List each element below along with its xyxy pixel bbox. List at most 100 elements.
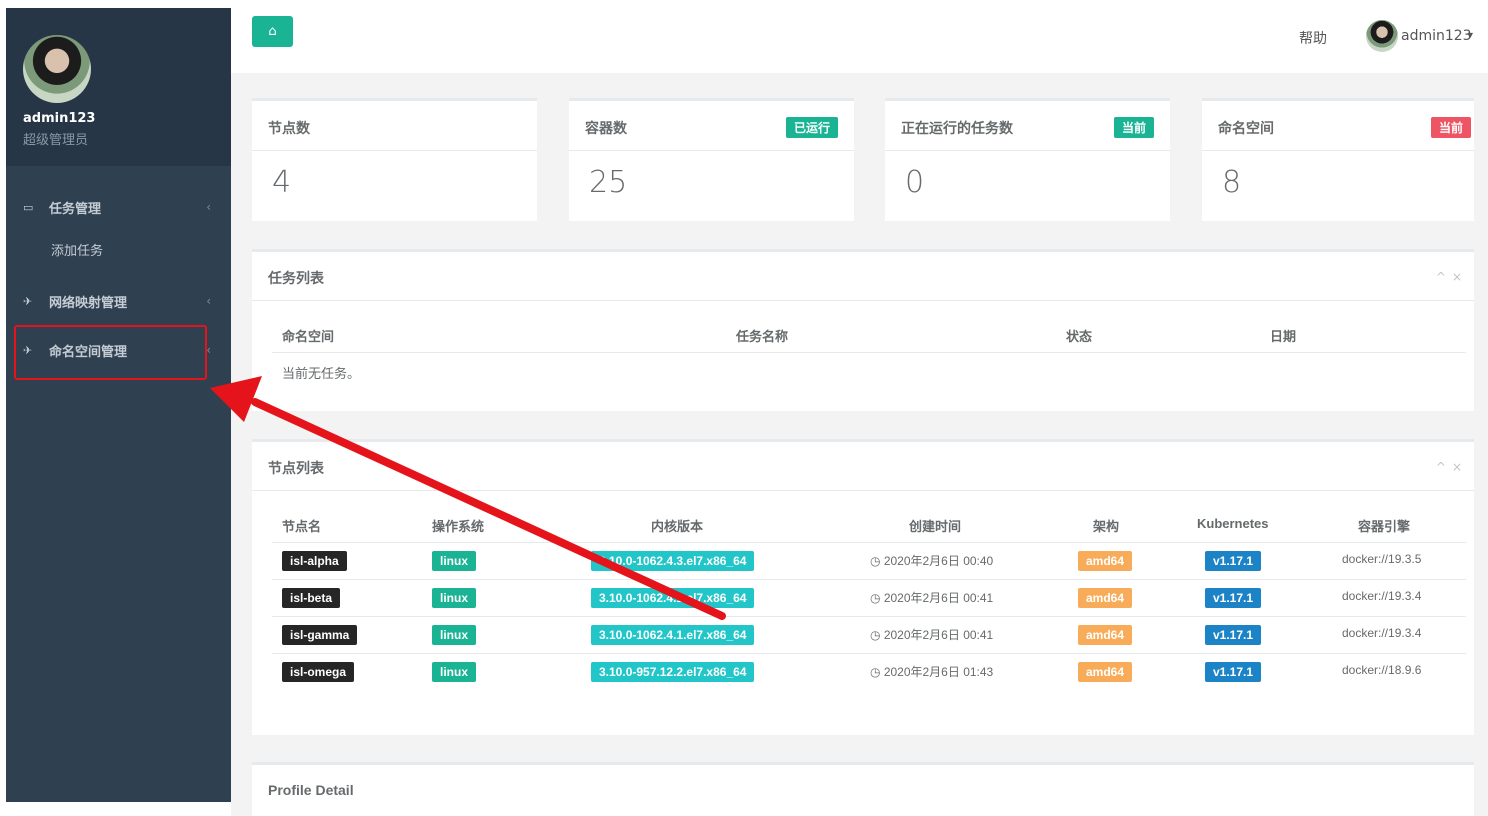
- user-avatar[interactable]: [1366, 20, 1398, 52]
- table-divider: [272, 352, 1466, 353]
- chevron-up-icon[interactable]: ^: [1436, 270, 1452, 284]
- stat-card-namespaces: 命名空间 当前 8: [1202, 98, 1474, 221]
- sidebar-item-task-management[interactable]: ▭ 任务管理 ‹: [6, 192, 231, 222]
- chevron-left-icon: ‹: [206, 200, 211, 214]
- node-name-label: isl-alpha: [282, 551, 347, 571]
- inbox-icon: ▭: [23, 200, 34, 214]
- column-header[interactable]: Kubernetes: [1197, 516, 1269, 531]
- column-header[interactable]: 容器引擎: [1358, 516, 1410, 535]
- status-badge: 当前: [1113, 117, 1154, 138]
- column-header[interactable]: 内核版本: [651, 516, 703, 535]
- help-link[interactable]: 帮助: [1299, 28, 1327, 48]
- os-label: linux: [432, 588, 477, 608]
- clock-icon: ◷: [870, 591, 884, 605]
- os-label: linux: [432, 625, 477, 645]
- panel-tools: ^×: [1436, 460, 1468, 474]
- arch-label: amd64: [1078, 588, 1133, 608]
- column-header[interactable]: 日期: [1270, 326, 1296, 345]
- avatar[interactable]: [23, 35, 91, 103]
- created-time-text: 2020年2月6日 00:40: [883, 554, 994, 568]
- node-list-panel: 节点列表 ^×: [252, 439, 1474, 735]
- profile-detail-panel: Profile Detail: [252, 762, 1474, 816]
- k8s-version-label: v1.17.1: [1205, 625, 1262, 645]
- column-header[interactable]: 任务名称: [736, 326, 788, 345]
- user-menu[interactable]: admin123: [1401, 28, 1472, 44]
- chevron-left-icon: ‹: [206, 294, 211, 308]
- stat-title: 节点数: [268, 121, 310, 137]
- engine-text: docker://18.9.6: [1342, 663, 1422, 677]
- column-header[interactable]: 架构: [1093, 516, 1119, 535]
- home-button[interactable]: ⌂: [252, 16, 293, 47]
- home-icon: ⌂: [268, 24, 277, 39]
- annotation-highlight-box: [14, 325, 207, 380]
- divider: [252, 490, 1474, 491]
- sidebar-item-label: 任务管理: [49, 201, 102, 217]
- divider: [569, 150, 854, 151]
- arch-label: amd64: [1078, 625, 1133, 645]
- kernel-label: 3.10.0-1062.4.1.el7.x86_64: [591, 588, 755, 608]
- status-badge: 已运行: [785, 117, 838, 138]
- close-icon[interactable]: ×: [1452, 460, 1468, 474]
- arch-label: amd64: [1078, 551, 1133, 571]
- column-header[interactable]: 命名空间: [282, 326, 334, 345]
- kernel-label: 3.10.0-1062.4.3.el7.x86_64: [591, 551, 755, 571]
- stat-title: 容器数: [585, 121, 627, 137]
- table-divider: [272, 579, 1466, 580]
- node-name-label: isl-gamma: [282, 625, 358, 645]
- stat-card-running-tasks: 正在运行的任务数 当前 0: [885, 98, 1170, 221]
- divider: [252, 300, 1474, 301]
- plane-icon: ✈: [23, 294, 33, 308]
- k8s-version-label: v1.17.1: [1205, 662, 1262, 682]
- created-time: ◷ 2020年2月6日 01:43: [870, 663, 993, 680]
- kernel-label: 3.10.0-1062.4.1.el7.x86_64: [591, 625, 755, 645]
- clock-icon: ◷: [870, 554, 884, 568]
- stat-card-containers: 容器数 已运行 25: [569, 98, 854, 221]
- sidebar-subitem-add-task[interactable]: 添加任务: [51, 240, 103, 259]
- divider: [252, 150, 537, 151]
- k8s-version-label: v1.17.1: [1205, 588, 1262, 608]
- profile-name[interactable]: admin123: [23, 111, 95, 126]
- empty-state-text: 当前无任务。: [282, 366, 361, 381]
- stat-title: 命名空间: [1218, 121, 1274, 137]
- sidebar-item-network-mapping[interactable]: ✈ 网络映射管理 ‹: [6, 286, 231, 316]
- clock-icon: ◷: [870, 665, 884, 679]
- node-name-label: isl-omega: [282, 662, 355, 682]
- profile-role: 超级管理员: [23, 133, 89, 148]
- column-header[interactable]: 状态: [1066, 326, 1092, 345]
- stat-value: 8: [1222, 165, 1242, 200]
- divider: [1202, 150, 1474, 151]
- caret-down-icon[interactable]: ▾: [1468, 30, 1473, 41]
- arch-label: amd64: [1078, 662, 1133, 682]
- column-header[interactable]: 节点名: [282, 516, 321, 535]
- column-header[interactable]: 操作系统: [432, 516, 484, 535]
- os-label: linux: [432, 551, 477, 571]
- panel-title: 节点列表: [268, 461, 324, 477]
- close-icon[interactable]: ×: [1452, 270, 1468, 284]
- stat-card-nodes: 节点数 4: [252, 98, 537, 221]
- profile-header: admin123 超级管理员: [6, 8, 231, 166]
- table-divider: [272, 616, 1466, 617]
- created-time-text: 2020年2月6日 00:41: [883, 628, 994, 642]
- panel-title: Profile Detail: [268, 782, 354, 798]
- engine-text: docker://19.3.4: [1342, 589, 1422, 603]
- chevron-up-icon[interactable]: ^: [1436, 460, 1452, 474]
- divider: [885, 150, 1170, 151]
- table-divider: [272, 542, 1466, 543]
- kernel-label: 3.10.0-957.12.2.el7.x86_64: [591, 662, 755, 682]
- os-label: linux: [432, 662, 477, 682]
- created-time: ◷ 2020年2月6日 00:41: [870, 589, 993, 606]
- stat-value: 0: [905, 165, 925, 200]
- panel-tools: ^×: [1436, 270, 1468, 284]
- created-time-text: 2020年2月6日 01:43: [883, 665, 994, 679]
- stat-title: 正在运行的任务数: [901, 121, 1013, 137]
- sidebar-item-label: 网络映射管理: [49, 295, 128, 311]
- column-header[interactable]: 创建时间: [909, 516, 961, 535]
- status-badge: 当前: [1430, 117, 1471, 138]
- sidebar: admin123 超级管理员: [6, 8, 231, 802]
- stat-value: 4: [272, 165, 292, 200]
- created-time: ◷ 2020年2月6日 00:40: [870, 552, 993, 569]
- engine-text: docker://19.3.5: [1342, 552, 1422, 566]
- table-divider: [272, 653, 1466, 654]
- node-name-label: isl-beta: [282, 588, 341, 608]
- created-time: ◷ 2020年2月6日 00:41: [870, 626, 993, 643]
